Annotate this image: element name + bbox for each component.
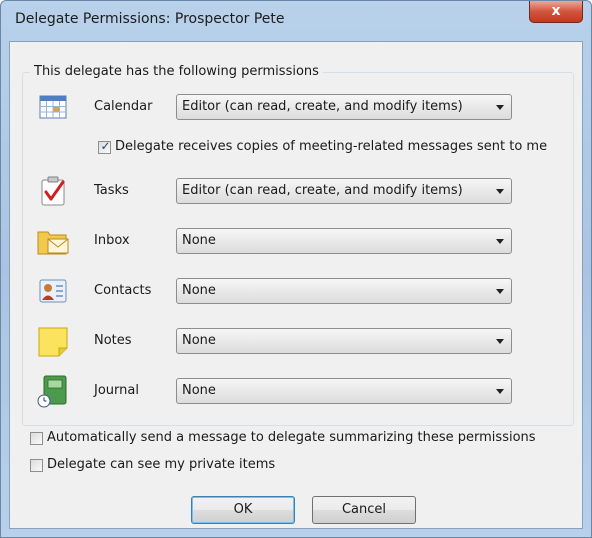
meeting-copies-checkbox[interactable]: ✓ <box>98 139 111 154</box>
meeting-copies-label: Delegate receives copies of meeting-rela… <box>115 139 548 154</box>
meeting-copies-checkbox-row[interactable]: ✓ Delegate receives copies of meeting-re… <box>98 139 568 157</box>
permission-row-contacts: Contacts None <box>36 274 556 308</box>
permission-row-tasks: Tasks Editor (can read, create, and modi… <box>36 174 556 208</box>
journal-icon <box>36 374 70 408</box>
permission-row-journal: Journal None <box>36 374 556 408</box>
notes-permission-dropdown[interactable]: None <box>176 328 512 354</box>
close-button[interactable]: x <box>529 1 583 23</box>
tasks-permission-dropdown[interactable]: Editor (can read, create, and modify ite… <box>176 178 512 204</box>
permission-row-notes: Notes None <box>36 324 556 358</box>
contacts-icon <box>36 274 70 308</box>
permission-row-calendar: Calendar Editor (can read, create, and m… <box>36 90 556 124</box>
calendar-permission-dropdown[interactable]: Editor (can read, create, and modify ite… <box>176 94 512 120</box>
chevron-down-icon <box>496 105 504 110</box>
calendar-label: Calendar <box>94 99 153 114</box>
calendar-permission-value: Editor (can read, create, and modify ite… <box>182 99 463 114</box>
chevron-down-icon <box>496 389 504 394</box>
journal-permission-value: None <box>182 383 216 398</box>
checkmark-icon: ✓ <box>100 139 111 153</box>
inbox-permission-value: None <box>182 233 216 248</box>
private-items-checkbox[interactable] <box>30 459 43 472</box>
dialog-window: Delegate Permissions: Prospector Pete x … <box>0 0 592 538</box>
inbox-icon <box>36 224 70 258</box>
private-items-checkbox-row[interactable]: Delegate can see my private items <box>30 457 430 475</box>
chevron-down-icon <box>496 189 504 194</box>
journal-label: Journal <box>94 383 139 398</box>
notes-label: Notes <box>94 333 132 348</box>
chevron-down-icon <box>496 289 504 294</box>
permissions-group-legend: This delegate has the following permissi… <box>30 64 323 79</box>
window-title: Delegate Permissions: Prospector Pete <box>15 11 285 27</box>
dialog-client-area: This delegate has the following permissi… <box>9 41 583 529</box>
permission-row-inbox: Inbox None <box>36 224 556 258</box>
auto-send-summary-checkbox-row[interactable]: Automatically send a message to delegate… <box>30 430 575 448</box>
auto-send-summary-label: Automatically send a message to delegate… <box>47 430 536 445</box>
notes-permission-value: None <box>182 333 216 348</box>
title-bar[interactable]: Delegate Permissions: Prospector Pete x <box>1 1 591 41</box>
chevron-down-icon <box>496 339 504 344</box>
contacts-permission-dropdown[interactable]: None <box>176 278 512 304</box>
contacts-permission-value: None <box>182 283 216 298</box>
notes-icon <box>36 324 70 358</box>
inbox-permission-dropdown[interactable]: None <box>176 228 512 254</box>
auto-send-summary-checkbox[interactable] <box>30 432 43 445</box>
cancel-button[interactable]: Cancel <box>312 496 416 524</box>
inbox-label: Inbox <box>94 233 130 248</box>
journal-permission-dropdown[interactable]: None <box>176 378 512 404</box>
ok-button[interactable]: OK <box>191 496 295 524</box>
tasks-icon <box>36 174 70 208</box>
contacts-label: Contacts <box>94 283 152 298</box>
calendar-icon <box>36 90 70 124</box>
private-items-label: Delegate can see my private items <box>47 457 276 472</box>
tasks-label: Tasks <box>94 183 129 198</box>
tasks-permission-value: Editor (can read, create, and modify ite… <box>182 183 463 198</box>
chevron-down-icon <box>496 239 504 244</box>
